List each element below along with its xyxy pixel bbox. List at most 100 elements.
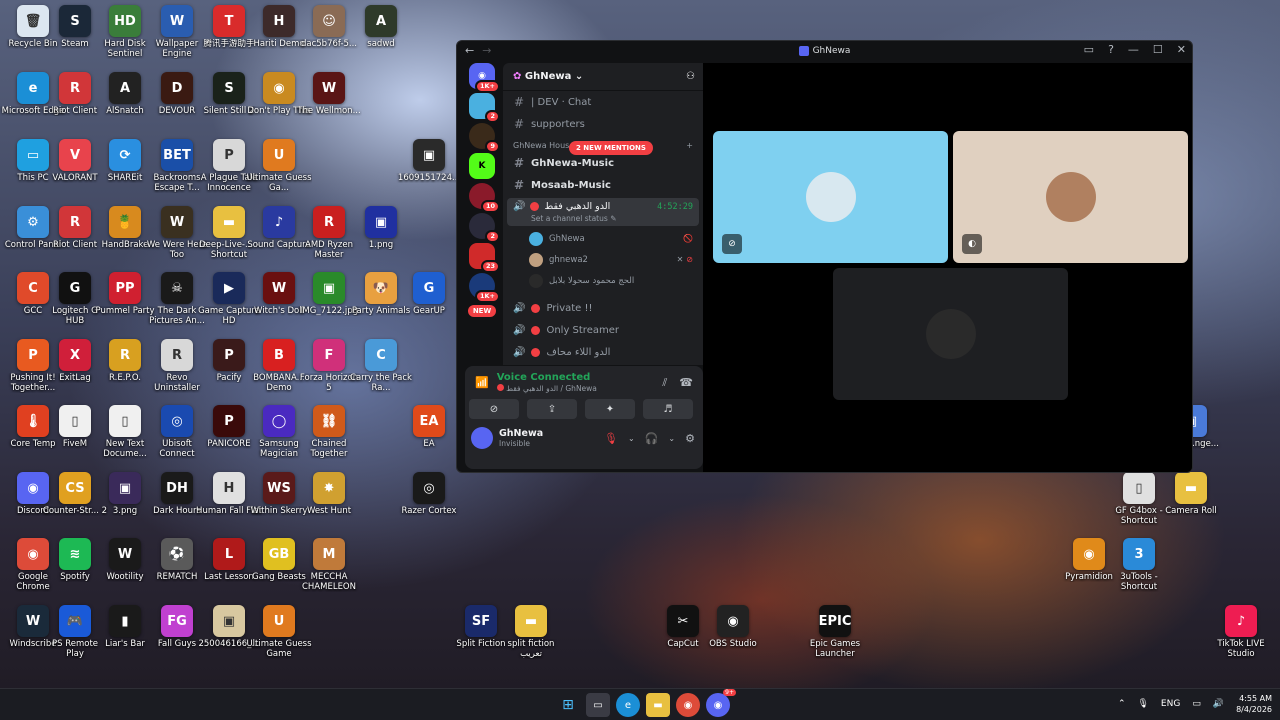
forward-arrow-icon[interactable]: → xyxy=(482,44,491,57)
channel-status[interactable]: Set a channel status ✎ xyxy=(513,214,693,223)
discord-window: ← → GhNewa ▭ ? — ☐ ✕ ◉ 1K+ 2 9 K 10 2 23… xyxy=(456,40,1193,473)
voice-user[interactable]: ghnewa2 ✕ ⊘ xyxy=(503,249,703,270)
voice-user[interactable]: الحج محمود سحولا بلابل xyxy=(503,270,703,291)
new-mentions-pill[interactable]: 2 NEW MENTIONS xyxy=(569,141,653,155)
avatar xyxy=(529,273,543,288)
desktop-shortcut[interactable]: C Carry the Pack Ra... xyxy=(348,339,414,405)
soundboard-button[interactable]: ♬ xyxy=(643,399,693,419)
server-icon[interactable]: 2 xyxy=(469,213,500,243)
desktop-shortcut[interactable]: Asadwd xyxy=(348,5,414,71)
discord-icon[interactable]: ◉ 9+ xyxy=(706,689,736,717)
file-explorer-icon[interactable]: ▬ xyxy=(646,693,670,717)
voice-user-name: الحج محمود سحولا بلابل xyxy=(549,275,635,286)
voice-channel[interactable]: 🔊 الدو اللاء محاف xyxy=(503,341,703,363)
image-file-icon: ▣ xyxy=(213,605,245,637)
sound-capture-icon: ♪ xyxy=(263,206,295,238)
desktop-shortcut[interactable]: ▬ Camera Roll xyxy=(1158,472,1224,538)
user-avatar[interactable] xyxy=(471,427,493,449)
revo-uninstaller-icon: R xyxy=(161,339,193,371)
folder-icon: ▬ xyxy=(515,605,547,637)
close-button[interactable]: ✕ xyxy=(1177,43,1186,56)
image-file-icon: ▣ xyxy=(413,139,445,171)
start-button[interactable]: ⊞ xyxy=(556,693,580,717)
server-icon[interactable]: 9 xyxy=(469,123,500,153)
desktop-shortcut[interactable]: W The Wellmon... xyxy=(296,72,362,138)
desktop-shortcut[interactable]: EPIC Epic Games Launcher xyxy=(802,605,868,671)
desktop-shortcut[interactable]: ♪ TikTok LIVE Studio xyxy=(1208,605,1274,671)
volume-icon[interactable]: 🔊 xyxy=(1213,699,1224,709)
desktop-shortcut[interactable]: ◎ Razer Cortex xyxy=(396,472,462,538)
new-servers-pill[interactable]: NEW xyxy=(467,305,497,317)
camera-off-button[interactable]: ⊘ xyxy=(469,399,519,419)
disconnect-icon[interactable]: ☎ xyxy=(679,376,693,390)
participant-tile[interactable] xyxy=(833,268,1068,400)
text-channel[interactable]: # GhNewa-Music xyxy=(503,152,703,174)
settings-gear-icon[interactable]: ⚙ xyxy=(685,432,695,445)
voice-status[interactable]: Voice Connected xyxy=(497,372,597,383)
desktop-shortcut[interactable]: 3 3uTools - Shortcut xyxy=(1106,538,1172,604)
dont-play-this-icon: ◉ xyxy=(263,72,295,104)
mic-muted-icon[interactable]: 🎙 xyxy=(604,432,618,445)
voice-channel[interactable]: 🔊 Private !! xyxy=(503,297,703,319)
desktop-shortcut[interactable]: ▣ 1609151724... xyxy=(396,139,462,205)
speaker-icon: 🔊 xyxy=(513,346,526,358)
direct-messages-button[interactable]: ◉ 1K+ xyxy=(469,63,500,93)
pubg-server-icon[interactable]: 23 xyxy=(469,243,500,273)
desktop-shortcut[interactable]: U Ultimate Guess Game xyxy=(246,605,312,671)
edge-icon[interactable]: e xyxy=(616,693,640,717)
add-member-icon[interactable]: ⚇ xyxy=(686,71,695,82)
voice-user-name: GhNewa xyxy=(549,233,585,244)
desktop-shortcut[interactable]: ▣ 1.png xyxy=(348,206,414,272)
text-channel[interactable]: # | DEV · Chat xyxy=(503,91,703,113)
server-header[interactable]: ✿ GhNewa ⌄ ⚇ xyxy=(503,63,703,91)
discord-titlebar: ← → GhNewa ▭ ? — ☐ ✕ xyxy=(457,41,1192,61)
chevron-down-icon[interactable]: ⌄ xyxy=(628,434,635,443)
desktop-shortcut-label: Camera Roll xyxy=(1165,506,1217,516)
back-arrow-icon[interactable]: ← xyxy=(465,44,474,57)
channel-sidebar: ✿ GhNewa ⌄ ⚇ # | DEV · Chat # supporters 2… xyxy=(503,63,703,365)
desktop-shortcut[interactable]: U Ultimate Guess Ga... xyxy=(246,139,312,205)
desktop-shortcut[interactable]: EA EA xyxy=(396,405,462,471)
desktop-shortcut[interactable]: ⛓ Chained Together xyxy=(296,405,362,471)
pyramidion-icon: ◉ xyxy=(1073,538,1105,570)
participant-tile[interactable]: ⊘ xyxy=(713,131,948,263)
active-voice-channel[interactable]: 🔊 الدو الدهبي فقط 4:52:29 Set a channel … xyxy=(507,198,699,226)
desktop-shortcut[interactable]: ◉ OBS Studio xyxy=(700,605,766,671)
desktop-shortcut[interactable]: M MECCHA CHAMELEON xyxy=(296,538,362,604)
help-icon[interactable]: ? xyxy=(1108,43,1114,56)
participant-tile[interactable]: ◐ xyxy=(953,131,1188,263)
share-screen-button[interactable]: ⇪ xyxy=(527,399,577,419)
text-channel[interactable]: # Mosaab-Music xyxy=(503,174,703,196)
speaker-icon: 🔊 xyxy=(513,324,526,336)
clock[interactable]: 4:55 AM 8/4/2026 xyxy=(1236,693,1272,715)
maximize-button[interactable]: ☐ xyxy=(1153,43,1163,56)
microphone-icon[interactable]: 🎙 xyxy=(1137,699,1148,709)
add-channel-icon[interactable]: + xyxy=(686,141,693,150)
task-view-icon[interactable]: ▭ xyxy=(586,693,610,717)
server-icon-ghnewa[interactable]: 2 xyxy=(469,93,500,123)
channel-name: Only Streamer xyxy=(546,324,619,336)
minimize-button[interactable]: — xyxy=(1128,43,1139,56)
desktop-shortcut[interactable]: G GearUP xyxy=(396,272,462,338)
language-indicator[interactable]: ENG xyxy=(1161,699,1180,709)
chevron-up-icon[interactable]: ⌃ xyxy=(1118,699,1126,709)
desktop-shortcut[interactable]: ✸ West Hunt xyxy=(296,472,362,538)
kick-server-icon[interactable]: K xyxy=(469,153,495,179)
desktop-shortcut[interactable]: ▬ split fiction تعريب xyxy=(498,605,564,671)
server-icon[interactable]: 10 xyxy=(469,183,500,213)
hash-icon: # xyxy=(513,117,525,131)
noise-suppression-icon[interactable]: ⫽ xyxy=(662,376,667,390)
chevron-down-icon[interactable]: ⌄ xyxy=(668,434,675,443)
inbox-icon[interactable]: ▭ xyxy=(1084,43,1094,56)
voice-user[interactable]: GhNewa 🚫 xyxy=(503,228,703,249)
hard-disk-sentinel-icon: HD xyxy=(109,5,141,37)
server-icon[interactable]: 1K+ xyxy=(469,273,500,303)
network-icon[interactable]: ▭ xyxy=(1192,699,1201,709)
chrome-icon[interactable]: ◉ xyxy=(676,693,700,717)
text-channel[interactable]: # supporters xyxy=(503,113,703,135)
headphones-icon[interactable]: 🎧 xyxy=(645,432,659,445)
voice-channel[interactable]: 🔊 Only Streamer xyxy=(503,319,703,341)
ultimate-guess-icon: U xyxy=(263,139,295,171)
activities-button[interactable]: ✦ xyxy=(585,399,635,419)
gearup-icon: G xyxy=(413,272,445,304)
